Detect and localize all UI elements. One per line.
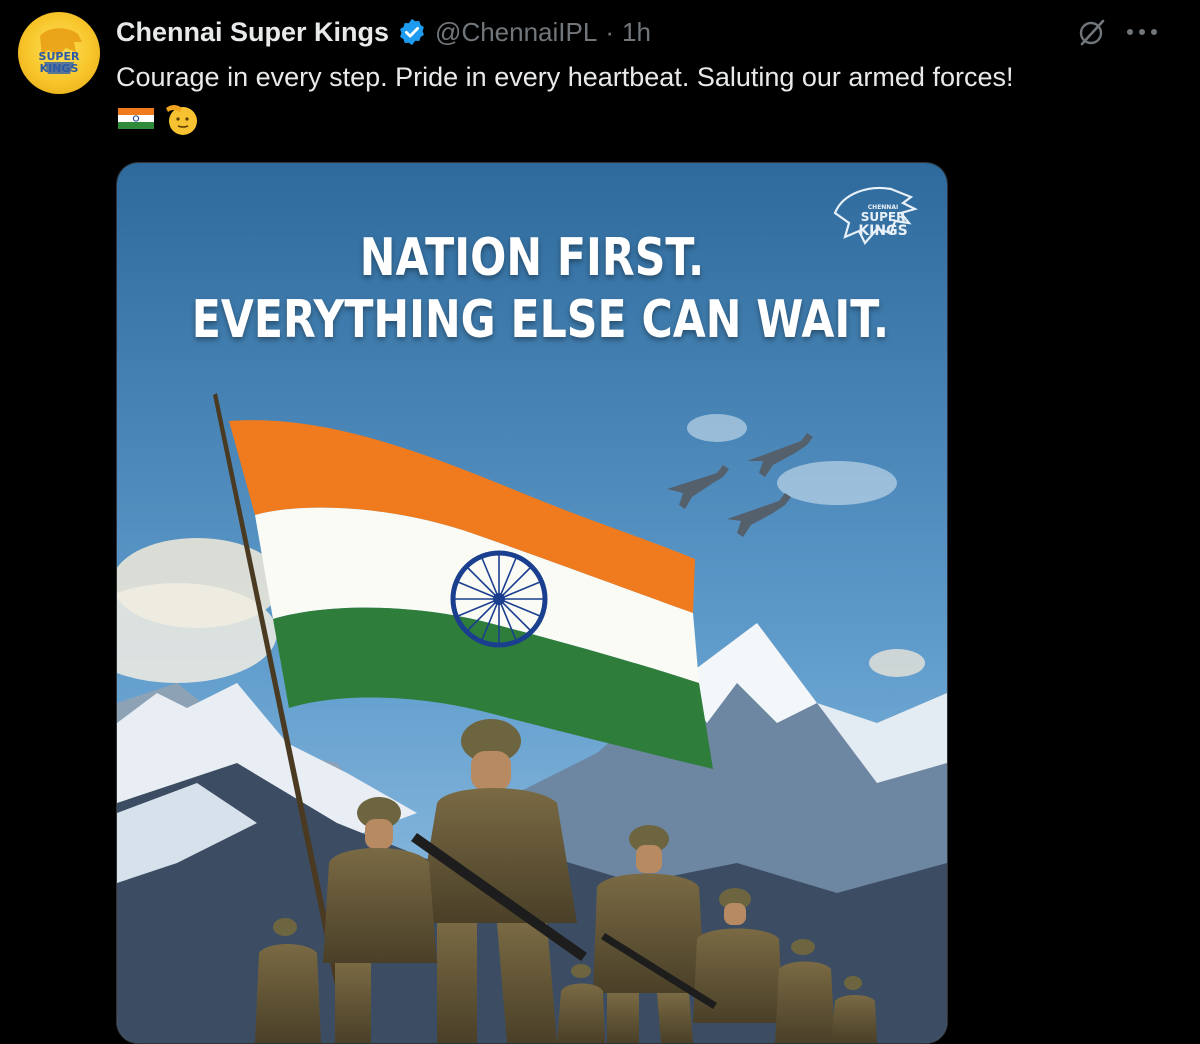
saluting-face-emoji-icon <box>166 105 197 135</box>
poster-headline-line1: NATION FIRST. <box>359 228 705 288</box>
grok-button[interactable] <box>1072 14 1112 50</box>
poster-headline-line2: EVERYTHING ELSE CAN WAIT. <box>191 290 890 350</box>
media-image[interactable]: CHENNAI SUPER KINGS NATION FIRST. EVERYT… <box>116 162 948 1044</box>
tweet-text: Courage in every step. Pride in every he… <box>116 62 1014 92</box>
indian-flag-emoji-icon <box>118 108 154 129</box>
more-options-button[interactable] <box>1120 14 1164 50</box>
csk-avatar-logo: SUPER KINGS <box>39 28 82 75</box>
verified-badge-icon[interactable] <box>397 17 427 47</box>
tweet: SUPER KINGS Chennai Super Kings @Chennai… <box>0 0 1200 1044</box>
timestamp[interactable]: 1h <box>622 17 651 48</box>
more-options-icon <box>1127 29 1157 35</box>
avatar[interactable]: SUPER KINGS <box>18 12 100 94</box>
avatar-logo-line2: KINGS <box>40 62 79 75</box>
meta-separator: · <box>605 16 614 47</box>
tweet-header: Chennai Super Kings @ChennaiIPL · 1h <box>116 14 651 50</box>
poster-headline: NATION FIRST. EVERYTHING ELSE CAN WAIT. <box>191 227 890 351</box>
author-name[interactable]: Chennai Super Kings <box>116 17 389 48</box>
poster-logo-line2: SUPER <box>861 210 906 224</box>
grok-icon <box>1079 19 1105 46</box>
author-handle[interactable]: @ChennaiIPL <box>435 17 597 48</box>
tweet-emojis <box>116 100 200 136</box>
